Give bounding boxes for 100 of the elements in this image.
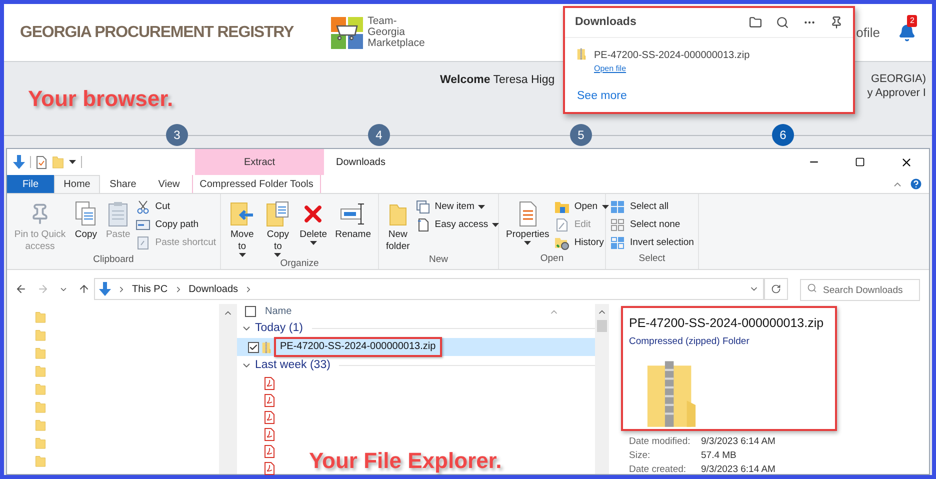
window-title: Downloads (336, 156, 386, 170)
download-file-name: PE-47200-SS-2024-000000013.zip (594, 49, 750, 63)
ribbon-button[interactable]: Copy (70, 196, 101, 241)
file-list-scrollbar[interactable] (595, 304, 609, 474)
dropdown-caret-icon (602, 205, 609, 209)
step-indicator: 5 (570, 124, 592, 146)
download-arrow-icon[interactable] (99, 282, 111, 296)
new-folder-icon (52, 155, 64, 169)
command-icon (516, 199, 539, 229)
file-row[interactable]: PE-47200-SS-2024-000000013.zip (237, 338, 595, 356)
ribbon-button[interactable]: New item (414, 198, 500, 216)
step-indicator: 6 (772, 124, 794, 146)
ribbon-tab[interactable]: View (146, 175, 192, 193)
up-icon[interactable] (78, 283, 90, 295)
download-arrow-icon[interactable] (13, 155, 25, 169)
detail-label: Date modified: (629, 435, 692, 449)
ribbon-tab[interactable]: Home (54, 175, 100, 193)
folder-icon (35, 418, 46, 432)
back-icon[interactable] (15, 283, 27, 295)
folder-icon[interactable] (749, 16, 762, 29)
folder-icon (35, 364, 46, 378)
notification-bell-icon[interactable] (898, 24, 916, 42)
welcome-text: Welcome Teresa Higg (440, 73, 555, 88)
role-text: y Approver I (867, 86, 926, 100)
ribbon-button[interactable]: Select none (610, 216, 694, 234)
ribbon-group-label: Open (540, 252, 564, 266)
pdf-file-icon (264, 394, 275, 407)
group-header[interactable]: Today (1) (255, 320, 303, 338)
open-file-link[interactable]: Open file (594, 63, 626, 75)
command-icon (135, 220, 152, 230)
logo-text: Marketplace (368, 38, 425, 49)
folder-icon (35, 310, 46, 324)
contextual-tab[interactable]: Compressed Folder Tools (192, 175, 321, 193)
breadcrumb-item[interactable]: This PC (132, 282, 168, 296)
detail-value: 57.4 MB (701, 449, 736, 463)
detail-value: 9/3/2023 6:14 AM (701, 463, 776, 475)
dropdown-caret-icon (492, 223, 500, 227)
dropdown-caret-icon (238, 253, 246, 257)
browser-annotation: Your browser. (28, 86, 174, 112)
command-icon (610, 200, 626, 214)
notification-badge: 2 (907, 14, 918, 26)
panel-title: Downloads (575, 14, 636, 30)
folder-icon (35, 400, 46, 414)
command-icon (135, 200, 152, 214)
detail-label: Date created: (629, 463, 688, 475)
address-bar[interactable]: This PC Downloads (94, 278, 764, 300)
ribbon-button[interactable]: Open (554, 198, 609, 216)
profile-link[interactable]: ofile (856, 22, 880, 42)
folder-icon (35, 346, 46, 360)
dropdown-caret-icon (310, 241, 317, 245)
column-header[interactable]: Name (265, 304, 292, 319)
properties-doc-icon[interactable] (36, 156, 47, 168)
pin-icon[interactable] (830, 16, 843, 29)
ribbon-button[interactable]: Cut (135, 198, 216, 216)
dropdown-caret-icon (69, 160, 76, 164)
group-header[interactable]: Last week (33) (255, 356, 330, 374)
ribbon-group-label: New (428, 253, 448, 267)
ribbon-button[interactable]: Easy access (414, 216, 500, 234)
detail-value: 9/3/2023 6:14 AM (701, 435, 776, 449)
checkbox[interactable] (245, 306, 256, 317)
see-more-link[interactable]: See more (577, 88, 627, 105)
ribbon-button[interactable]: Move to (225, 196, 260, 257)
checkbox[interactable] (248, 342, 259, 352)
ribbon-button[interactable]: Select all (610, 198, 694, 216)
command-icon (554, 236, 570, 250)
site-title: GEORGIA PROCUREMENT REGISTRY (20, 22, 294, 42)
command-icon (610, 236, 626, 250)
ribbon-group-label: Clipboard (93, 253, 134, 267)
command-icon (554, 200, 570, 214)
ribbon-tab[interactable]: Share (100, 175, 146, 193)
command-icon (107, 199, 130, 229)
logo-text: Georgia (368, 27, 406, 38)
nav-scrollbar[interactable] (219, 304, 237, 474)
search-field[interactable]: Search Downloads (800, 279, 920, 302)
ribbon-button[interactable]: Copy path (135, 216, 216, 234)
folder-icon (35, 382, 46, 396)
ribbon-group-label: Select (638, 252, 666, 266)
search-icon[interactable] (776, 16, 789, 29)
maximize-icon (855, 157, 865, 167)
ribbon-button[interactable]: Copy to (261, 196, 295, 257)
ribbon-button[interactable]: Properties (503, 196, 552, 245)
zip-folder-icon (577, 48, 586, 60)
folder-icon (35, 454, 46, 468)
ribbon-button[interactable]: History (554, 234, 609, 252)
marketplace-logo-icon (330, 16, 364, 50)
ribbon-button[interactable]: Rename (332, 196, 374, 241)
step-indicator: 4 (368, 124, 390, 146)
refresh-button[interactable] (764, 278, 788, 300)
dropdown-caret-icon (524, 241, 532, 245)
step-indicator: 3 (166, 124, 188, 146)
ribbon-button[interactable]: Invert selection (610, 234, 694, 252)
ribbon-button[interactable]: New folder (383, 196, 413, 253)
help-icon[interactable] (909, 177, 923, 191)
dropdown-caret-icon (478, 205, 486, 209)
organization-text: GEORGIA) (870, 72, 926, 86)
breadcrumb-item[interactable]: Downloads (188, 282, 238, 296)
ribbon-button[interactable]: Delete (296, 196, 330, 245)
command-icon (414, 200, 431, 214)
scrollbar-thumb[interactable] (597, 320, 607, 332)
file-tab[interactable]: File (7, 175, 54, 193)
